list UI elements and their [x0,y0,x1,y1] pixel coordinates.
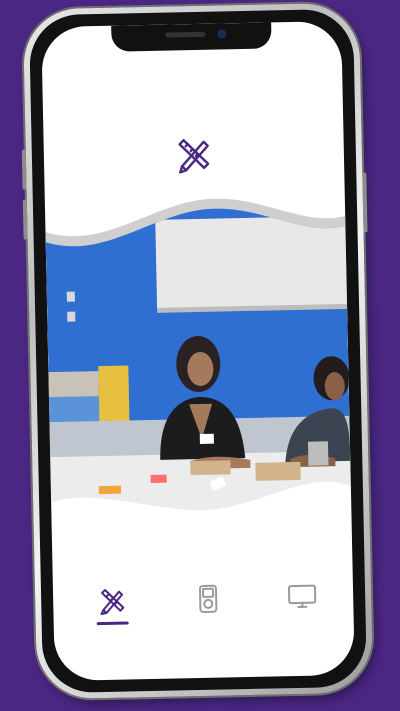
pencil-ruler-icon [100,589,125,616]
volume-up-button [21,149,27,190]
active-tab-indicator [96,621,129,626]
phone-frame [21,2,374,700]
power-button [362,172,368,233]
tab-ipod[interactable] [185,583,232,640]
bottom-tab-bar [53,581,354,647]
monitor-icon [287,584,317,608]
ipod-device-icon [198,584,218,613]
volume-down-button [22,199,28,240]
phone-bezel [28,8,368,694]
notch [111,22,272,52]
pencil-ruler-icon [173,134,214,175]
phone-screen [41,20,355,682]
earpiece-speaker [165,31,206,38]
tab-pencil-ruler[interactable] [89,585,136,642]
tab-monitor[interactable] [279,581,326,638]
front-camera [217,29,227,39]
hero-classroom-photo [45,196,352,532]
